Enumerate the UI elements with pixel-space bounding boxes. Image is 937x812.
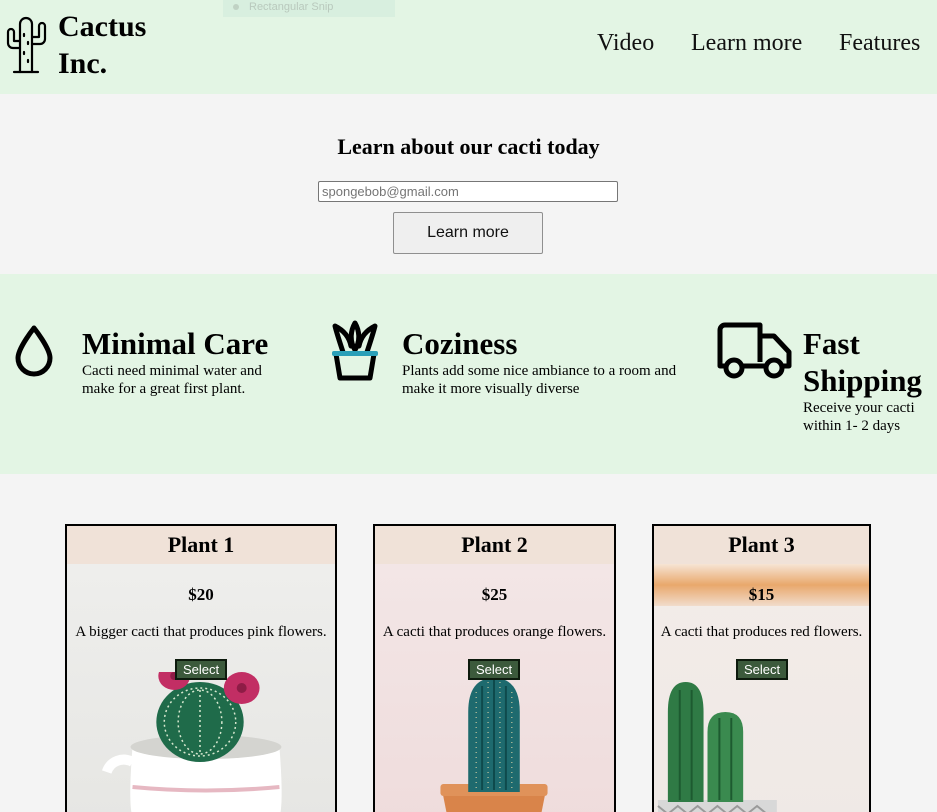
brand-line-2: Inc. — [58, 47, 108, 80]
plant-card-title: Plant 1 — [67, 526, 335, 564]
potted-plant-icon — [332, 320, 378, 381]
signup-title: Learn about our cacti today — [337, 134, 600, 159]
select-plant-2-button[interactable]: Select — [468, 659, 521, 680]
feature-title-fast-shipping: Fast Shipping — [803, 325, 922, 399]
nav-link-learn-more[interactable]: Learn more — [691, 30, 802, 57]
plant-price: $25 — [481, 585, 508, 604]
feature-title-line-1: Fast — [803, 326, 860, 361]
feature-title-minimal-care: Minimal Care — [82, 326, 269, 361]
brand-line-1: Cactus — [58, 10, 147, 43]
brand-name[interactable]: Cactus Inc. — [58, 8, 146, 82]
plant-price: $15 — [748, 585, 775, 604]
plant-description: A cacti that produces red flowers. — [660, 624, 863, 640]
plant-card-2[interactable]: Plant 2 $25 A cacti that produces orange… — [373, 524, 616, 812]
feature-desc-coziness: Plants add some nice ambiance to a room … — [402, 363, 677, 397]
plant-card-title: Plant 2 — [375, 526, 614, 564]
email-input[interactable] — [318, 181, 618, 202]
water-drop-icon — [15, 325, 53, 377]
cactus-logo-icon — [6, 16, 47, 74]
plant-card-title: Plant 3 — [654, 526, 869, 564]
snip-dot-icon — [233, 4, 239, 11]
feature-title-coziness: Coziness — [402, 326, 518, 361]
plant-card-1[interactable]: Plant 1 $20 A bigger cacti that produces… — [65, 524, 337, 812]
plant-card-3[interactable]: Plant 3 $15 A cacti that produces red fl… — [652, 524, 871, 812]
nav-link-video[interactable]: Video — [597, 30, 654, 57]
site-header: Cactus Inc. Rectangular Snip Video Learn… — [0, 0, 937, 94]
plant-photo-1 — [101, 672, 282, 812]
select-plant-3-button[interactable]: Select — [736, 659, 789, 680]
plant-photo-2 — [440, 678, 548, 812]
snip-label: Rectangular Snip — [249, 1, 334, 13]
nav-link-features[interactable]: Features — [839, 30, 920, 57]
plant-photo-3 — [657, 682, 777, 812]
select-plant-1-button[interactable]: Select — [175, 659, 228, 680]
features-section: Minimal Care Cacti need minimal water an… — [0, 274, 937, 474]
learn-more-button[interactable]: Learn more — [393, 212, 543, 254]
delivery-truck-icon — [717, 322, 792, 379]
plant-description: A cacti that produces orange flowers. — [382, 624, 607, 640]
feature-desc-minimal-care: Cacti need minimal water and make for a … — [82, 363, 262, 397]
plant-price: $20 — [188, 585, 214, 604]
plant-description: A bigger cacti that produces pink flower… — [75, 624, 327, 640]
feature-desc-fast-shipping: Receive your cacti within 1- 2 days — [803, 400, 915, 434]
snip-overlay: Rectangular Snip — [223, 0, 395, 17]
feature-title-line-2: Shipping — [803, 363, 922, 398]
